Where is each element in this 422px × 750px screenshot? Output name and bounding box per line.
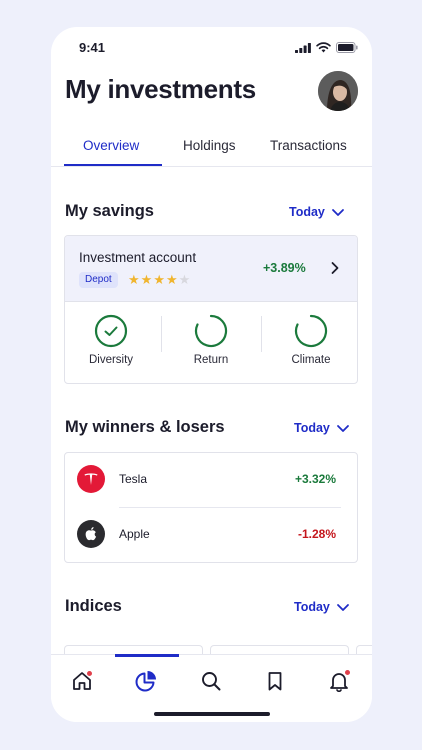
wifi-icon [316, 42, 331, 53]
page-title: My investments [65, 74, 256, 104]
tesla-logo-icon [77, 465, 105, 493]
stock-change: -1.28% [297, 527, 336, 541]
chevron-down-icon [336, 424, 349, 432]
signal-icon [295, 42, 311, 53]
card-divider [65, 301, 357, 302]
apple-shape-icon [85, 527, 97, 541]
investment-account-card: Investment account Depot ★ ★ ★ ★ ★ +3.89… [64, 235, 358, 384]
nav-search[interactable] [198, 668, 224, 694]
winners-losers-section-title: My winners & losers [65, 418, 225, 436]
chevron-down-icon [331, 208, 344, 216]
star-empty-icon: ★ [178, 272, 191, 287]
metric-label: Return [193, 354, 229, 366]
tab-bar: Overview Holdings Transactions [51, 135, 372, 167]
user-photo-icon [318, 71, 358, 111]
active-tab-indicator [64, 164, 162, 166]
search-icon [202, 672, 221, 691]
portfolio-pie-icon [135, 671, 156, 692]
list-item[interactable]: Apple -1.28% [65, 508, 357, 562]
stock-change: +3.32% [294, 472, 336, 486]
rating-stars: ★ ★ ★ ★ ★ [128, 271, 190, 288]
account-name: Investment account [79, 250, 197, 265]
status-bar: 9:41 [51, 27, 372, 71]
list-item[interactable]: Tesla +3.32% [65, 453, 357, 508]
savings-period-dropdown[interactable]: Today [289, 205, 345, 219]
progress-ring-icon [194, 314, 228, 348]
star-icon: ★ [153, 272, 165, 287]
indices-period-label: Today [294, 600, 330, 614]
chevron-down-icon [336, 603, 349, 611]
check-circle-icon [94, 314, 128, 348]
battery-icon [336, 42, 358, 53]
metric-label: Climate [291, 354, 331, 366]
home-indicator [154, 712, 270, 716]
notification-dot [86, 670, 93, 677]
metric-climate[interactable]: Climate [263, 314, 357, 366]
phone-frame: 9:41 My investments Overview Holdings Tr… [51, 27, 372, 722]
savings-section-title: My savings [65, 202, 154, 220]
star-icon: ★ [140, 272, 153, 287]
metric-return[interactable]: Return [163, 314, 259, 366]
nav-bookmarks[interactable] [262, 668, 288, 694]
nav-home[interactable] [69, 668, 95, 694]
tab-transactions[interactable]: Transactions [270, 138, 347, 153]
status-icons [295, 42, 358, 53]
winners-losers-card: Tesla +3.32% Apple -1.28% [64, 452, 358, 563]
tab-holdings[interactable]: Holdings [183, 138, 236, 153]
metric-divider [261, 316, 262, 352]
nav-notifications[interactable] [326, 668, 352, 694]
active-nav-indicator [115, 654, 179, 657]
indices-period-dropdown[interactable]: Today [294, 600, 350, 614]
investment-account-row[interactable]: Investment account Depot ★ ★ ★ ★ ★ +3.89… [65, 236, 357, 301]
notification-dot [344, 669, 351, 676]
star-icon: ★ [128, 272, 140, 287]
indices-section-title: Indices [65, 597, 122, 615]
metric-label: Diversity [88, 354, 134, 366]
avatar[interactable] [318, 71, 358, 111]
metric-divider [161, 316, 162, 352]
apple-logo-icon [77, 520, 105, 548]
nav-portfolio[interactable] [133, 668, 159, 694]
star-icon: ★ [165, 272, 178, 287]
account-change: +3.89% [263, 261, 306, 275]
depot-badge: Depot [79, 272, 118, 288]
winners-period-dropdown[interactable]: Today [294, 421, 350, 435]
tab-overview[interactable]: Overview [83, 138, 139, 153]
stock-name: Apple [119, 527, 150, 541]
tesla-t-icon [84, 473, 98, 485]
chevron-right-icon [331, 262, 339, 274]
metric-diversity[interactable]: Diversity [65, 314, 159, 366]
stock-name: Tesla [119, 472, 148, 486]
status-time: 9:41 [79, 40, 106, 55]
bookmark-icon [268, 672, 282, 691]
savings-period-label: Today [289, 205, 325, 219]
winners-period-label: Today [294, 421, 330, 435]
progress-ring-icon [294, 314, 328, 348]
